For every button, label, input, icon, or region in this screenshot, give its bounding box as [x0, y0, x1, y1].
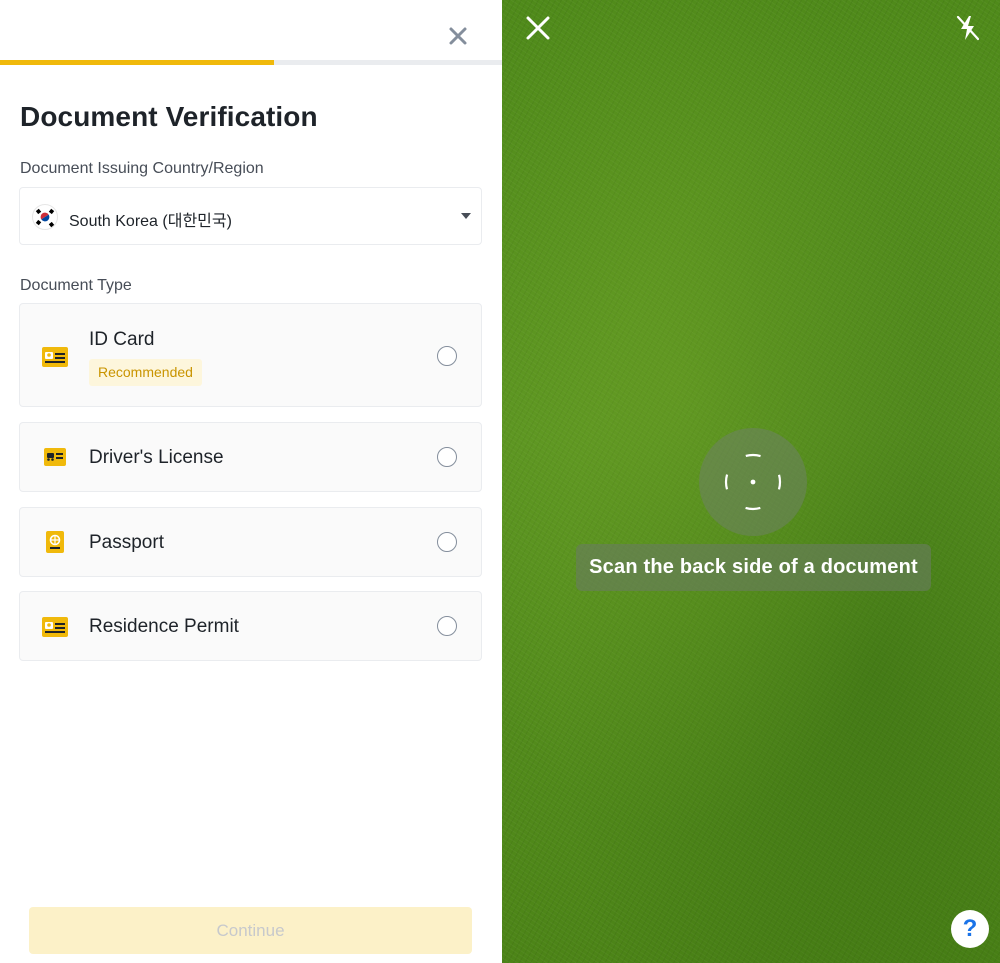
flash-off-icon[interactable] [955, 14, 981, 42]
recommended-badge: Recommended [89, 359, 202, 386]
progress-bar [0, 60, 502, 65]
page-title: Document Verification [20, 101, 318, 132]
passport-icon [42, 531, 68, 553]
help-icon: ? [962, 915, 978, 942]
document-type-id-card[interactable]: ID Card Recommended [19, 303, 482, 407]
option-label: ID Card [89, 329, 155, 350]
option-label: Driver's License [89, 447, 224, 468]
id-card-icon [42, 347, 68, 367]
residence-permit-icon [42, 617, 68, 637]
option-label: Residence Permit [89, 616, 239, 637]
radio-button[interactable] [437, 346, 457, 366]
camera-viewfinder: Scan the back side of a document ? [502, 0, 1000, 963]
country-label: Document Issuing Country/Region [20, 160, 264, 177]
continue-button[interactable]: Continue [29, 907, 472, 954]
document-type-passport[interactable]: Passport [19, 507, 482, 577]
caret-down-icon [461, 213, 471, 219]
radio-button[interactable] [437, 447, 457, 467]
document-type-residence-permit[interactable]: Residence Permit [19, 591, 482, 661]
radio-button[interactable] [437, 616, 457, 636]
radio-button[interactable] [437, 532, 457, 552]
country-select[interactable]: South Korea (대한민국) [19, 187, 482, 245]
focus-target-icon [699, 428, 807, 536]
driver-license-icon [42, 448, 68, 466]
close-icon[interactable] [444, 22, 472, 50]
document-type-label: Document Type [20, 277, 132, 294]
south-korea-flag-icon [32, 204, 58, 230]
help-button[interactable]: ? [951, 910, 989, 948]
country-select-value: South Korea (대한민국) [69, 213, 232, 230]
close-icon[interactable] [524, 14, 552, 42]
verification-panel: Document Verification Document Issuing C… [0, 0, 502, 963]
progress-bar-fill [0, 60, 274, 65]
document-type-drivers-license[interactable]: Driver's License [19, 422, 482, 492]
scan-hint: Scan the back side of a document [576, 544, 931, 591]
option-label: Passport [89, 532, 164, 553]
